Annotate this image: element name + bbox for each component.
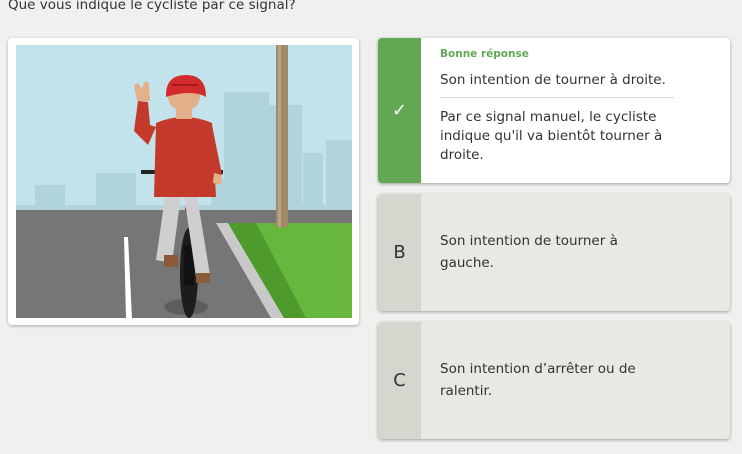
answer-a-text: Son intention de tourner à droite. (440, 71, 674, 98)
answer-b-content: Son intention de tourner à gauche. (421, 194, 730, 311)
answer-c-letter: C (393, 370, 406, 391)
cyclist-illustration (16, 45, 352, 318)
answer-c-marker: C (378, 322, 421, 439)
answer-a-content: Bonne réponse Son intention de tourner à… (421, 38, 730, 183)
question-image-card (8, 38, 359, 325)
answer-c-content: Son intention d’arrêter ou de ralentir. (421, 322, 730, 439)
check-icon: ✓ (391, 100, 408, 121)
answer-c-text: Son intention d’arrêter ou de ralentir. (440, 361, 636, 399)
answer-option-b[interactable]: B Son intention de tourner à gauche. (378, 194, 730, 311)
answer-option-c[interactable]: C Son intention d’arrêter ou de ralentir… (378, 322, 730, 439)
correct-answer-label: Bonne réponse (440, 48, 529, 60)
answer-explanation: Par ce signal manuel, le cycliste indiqu… (440, 109, 663, 163)
answer-option-a[interactable]: ✓ Bonne réponse Son intention de tourner… (378, 38, 730, 183)
answer-a-marker: ✓ (378, 38, 421, 183)
answer-b-marker: B (378, 194, 421, 311)
question-text: Que vous indique le cycliste par ce sign… (8, 0, 296, 13)
answer-b-letter: B (393, 242, 406, 263)
answer-b-text: Son intention de tourner à gauche. (440, 233, 618, 271)
